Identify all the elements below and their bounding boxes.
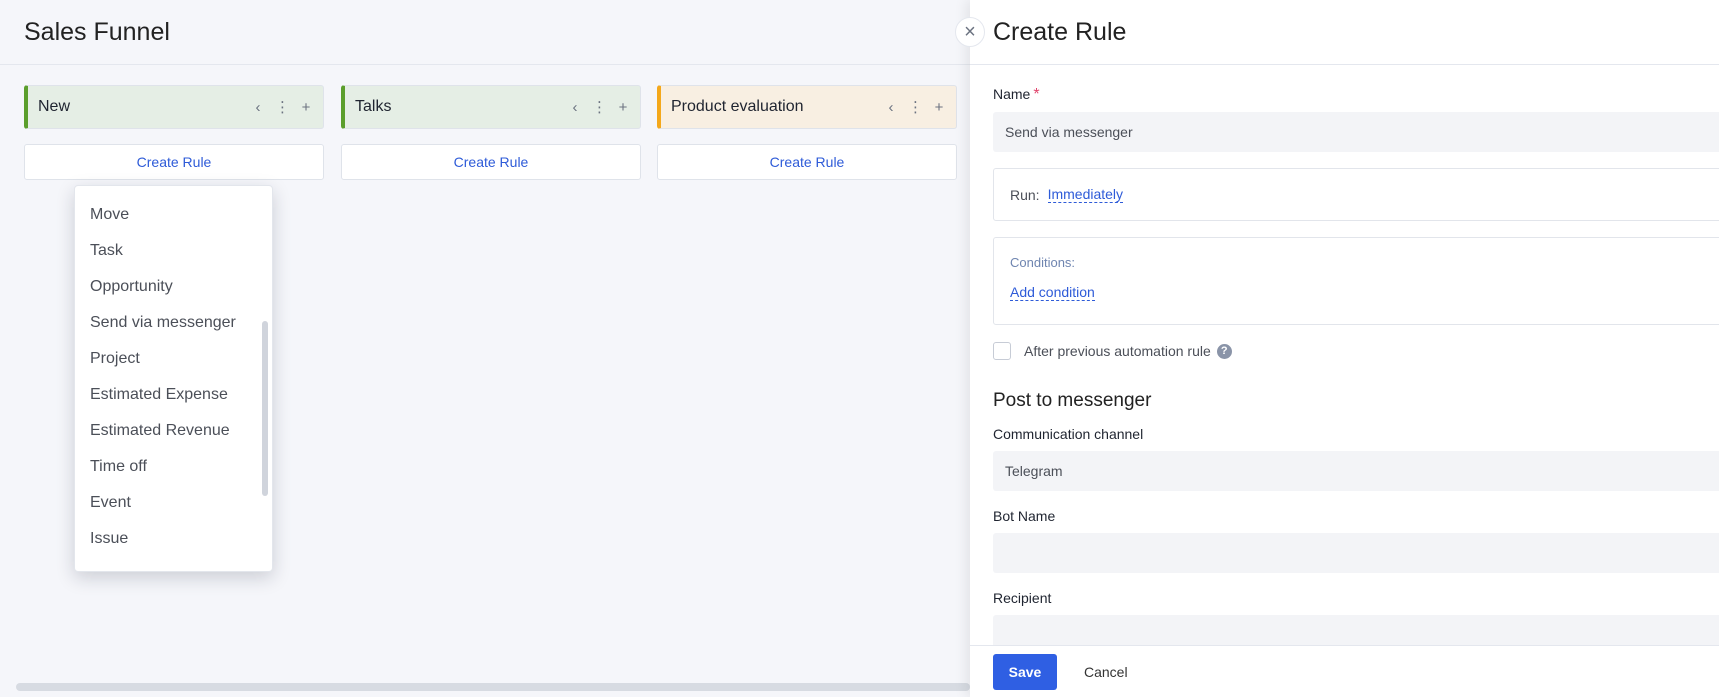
add-condition-link[interactable]: Add condition (1010, 284, 1095, 301)
after-previous-label: After previous automation rule (1024, 343, 1211, 359)
dropdown-item-estimated-expense[interactable]: Estimated Expense (75, 377, 272, 413)
cancel-button[interactable]: Cancel (1084, 664, 1128, 680)
board-header: Sales Funnel (0, 0, 970, 65)
name-input[interactable]: Send via messenger (993, 112, 1719, 152)
kanban-board: Sales Funnel New ‹ ⋮ + Create Rule Talks… (0, 0, 970, 697)
board-title: Sales Funnel (24, 17, 170, 46)
create-rule-button[interactable]: Create Rule (24, 144, 324, 180)
after-previous-row: After previous automation rule ? (993, 342, 1719, 360)
run-timing-link[interactable]: Immediately (1047, 186, 1124, 203)
dropdown-item-estimated-revenue[interactable]: Estimated Revenue (75, 413, 272, 449)
create-rule-panel: Create Rule Name * Send via messenger Run… (970, 0, 1719, 697)
required-marker: * (1033, 86, 1040, 103)
column-header: Talks ‹ ⋮ + (341, 85, 641, 129)
create-rule-button[interactable]: Create Rule (657, 144, 957, 180)
more-vertical-icon[interactable]: ⋮ (908, 98, 923, 116)
run-box: Run: Immediately (993, 168, 1719, 221)
save-button[interactable]: Save (993, 653, 1057, 690)
chevron-left-icon[interactable]: ‹ (251, 99, 265, 116)
plus-icon[interactable]: + (932, 99, 946, 116)
bot-name-label: Bot Name (993, 508, 1056, 524)
dropdown-item-project[interactable]: Project (75, 341, 272, 377)
help-icon[interactable]: ? (1216, 343, 1232, 359)
channel-label: Communication channel (993, 426, 1144, 442)
panel-header: Create Rule (970, 0, 1719, 65)
plus-icon[interactable]: + (616, 99, 630, 116)
column-new: New ‹ ⋮ + Create Rule (24, 85, 324, 180)
after-previous-checkbox[interactable] (993, 342, 1011, 360)
horizontal-scrollbar[interactable] (16, 683, 970, 691)
recipient-label: Recipient (993, 590, 1052, 606)
dropdown-item-time-off[interactable]: Time off (75, 449, 272, 485)
dropdown-item-opportunity[interactable]: Opportunity (75, 269, 272, 305)
create-rule-button[interactable]: Create Rule (341, 144, 641, 180)
rule-type-dropdown: Move Task Opportunity Send via messenger… (74, 185, 273, 572)
name-field-group: Name * (993, 86, 1719, 104)
column-name: Talks (355, 98, 392, 115)
chevron-left-icon[interactable]: ‹ (884, 99, 898, 116)
close-icon[interactable]: × (955, 17, 985, 47)
column-talks: Talks ‹ ⋮ + Create Rule (341, 85, 641, 180)
chevron-left-icon[interactable]: ‹ (568, 99, 582, 116)
column-product-evaluation: Product evaluation ‹ ⋮ + Create Rule (657, 85, 957, 180)
column-header: New ‹ ⋮ + (24, 85, 324, 129)
dropdown-item-move[interactable]: Move (75, 197, 272, 233)
column-name: Product evaluation (671, 98, 804, 115)
panel-title: Create Rule (993, 17, 1127, 46)
channel-select[interactable]: Telegram ⌄ (993, 451, 1719, 491)
dropdown-item-issue[interactable]: Issue (75, 521, 272, 557)
dropdown-item-event[interactable]: Event (75, 485, 272, 521)
dropdown-item-task[interactable]: Task (75, 233, 272, 269)
column-header: Product evaluation ‹ ⋮ + (657, 85, 957, 129)
run-label: Run: (1010, 186, 1040, 203)
dropdown-scrollbar[interactable] (262, 321, 268, 496)
plus-icon[interactable]: + (299, 99, 313, 116)
column-name: New (38, 98, 71, 115)
dropdown-item-send-via-messenger[interactable]: Send via messenger (75, 305, 272, 341)
name-label: Name (993, 86, 1031, 102)
more-vertical-icon[interactable]: ⋮ (275, 98, 290, 116)
conditions-label: Conditions: (1010, 255, 1076, 270)
channel-value: Telegram (1005, 463, 1063, 479)
bot-name-select[interactable]: ⌄ (993, 533, 1719, 573)
more-vertical-icon[interactable]: ⋮ (592, 98, 607, 116)
section-title: Post to messenger (993, 390, 1152, 411)
conditions-box: Conditions: Add condition (993, 237, 1719, 325)
panel-footer: Save Cancel (970, 645, 1719, 697)
